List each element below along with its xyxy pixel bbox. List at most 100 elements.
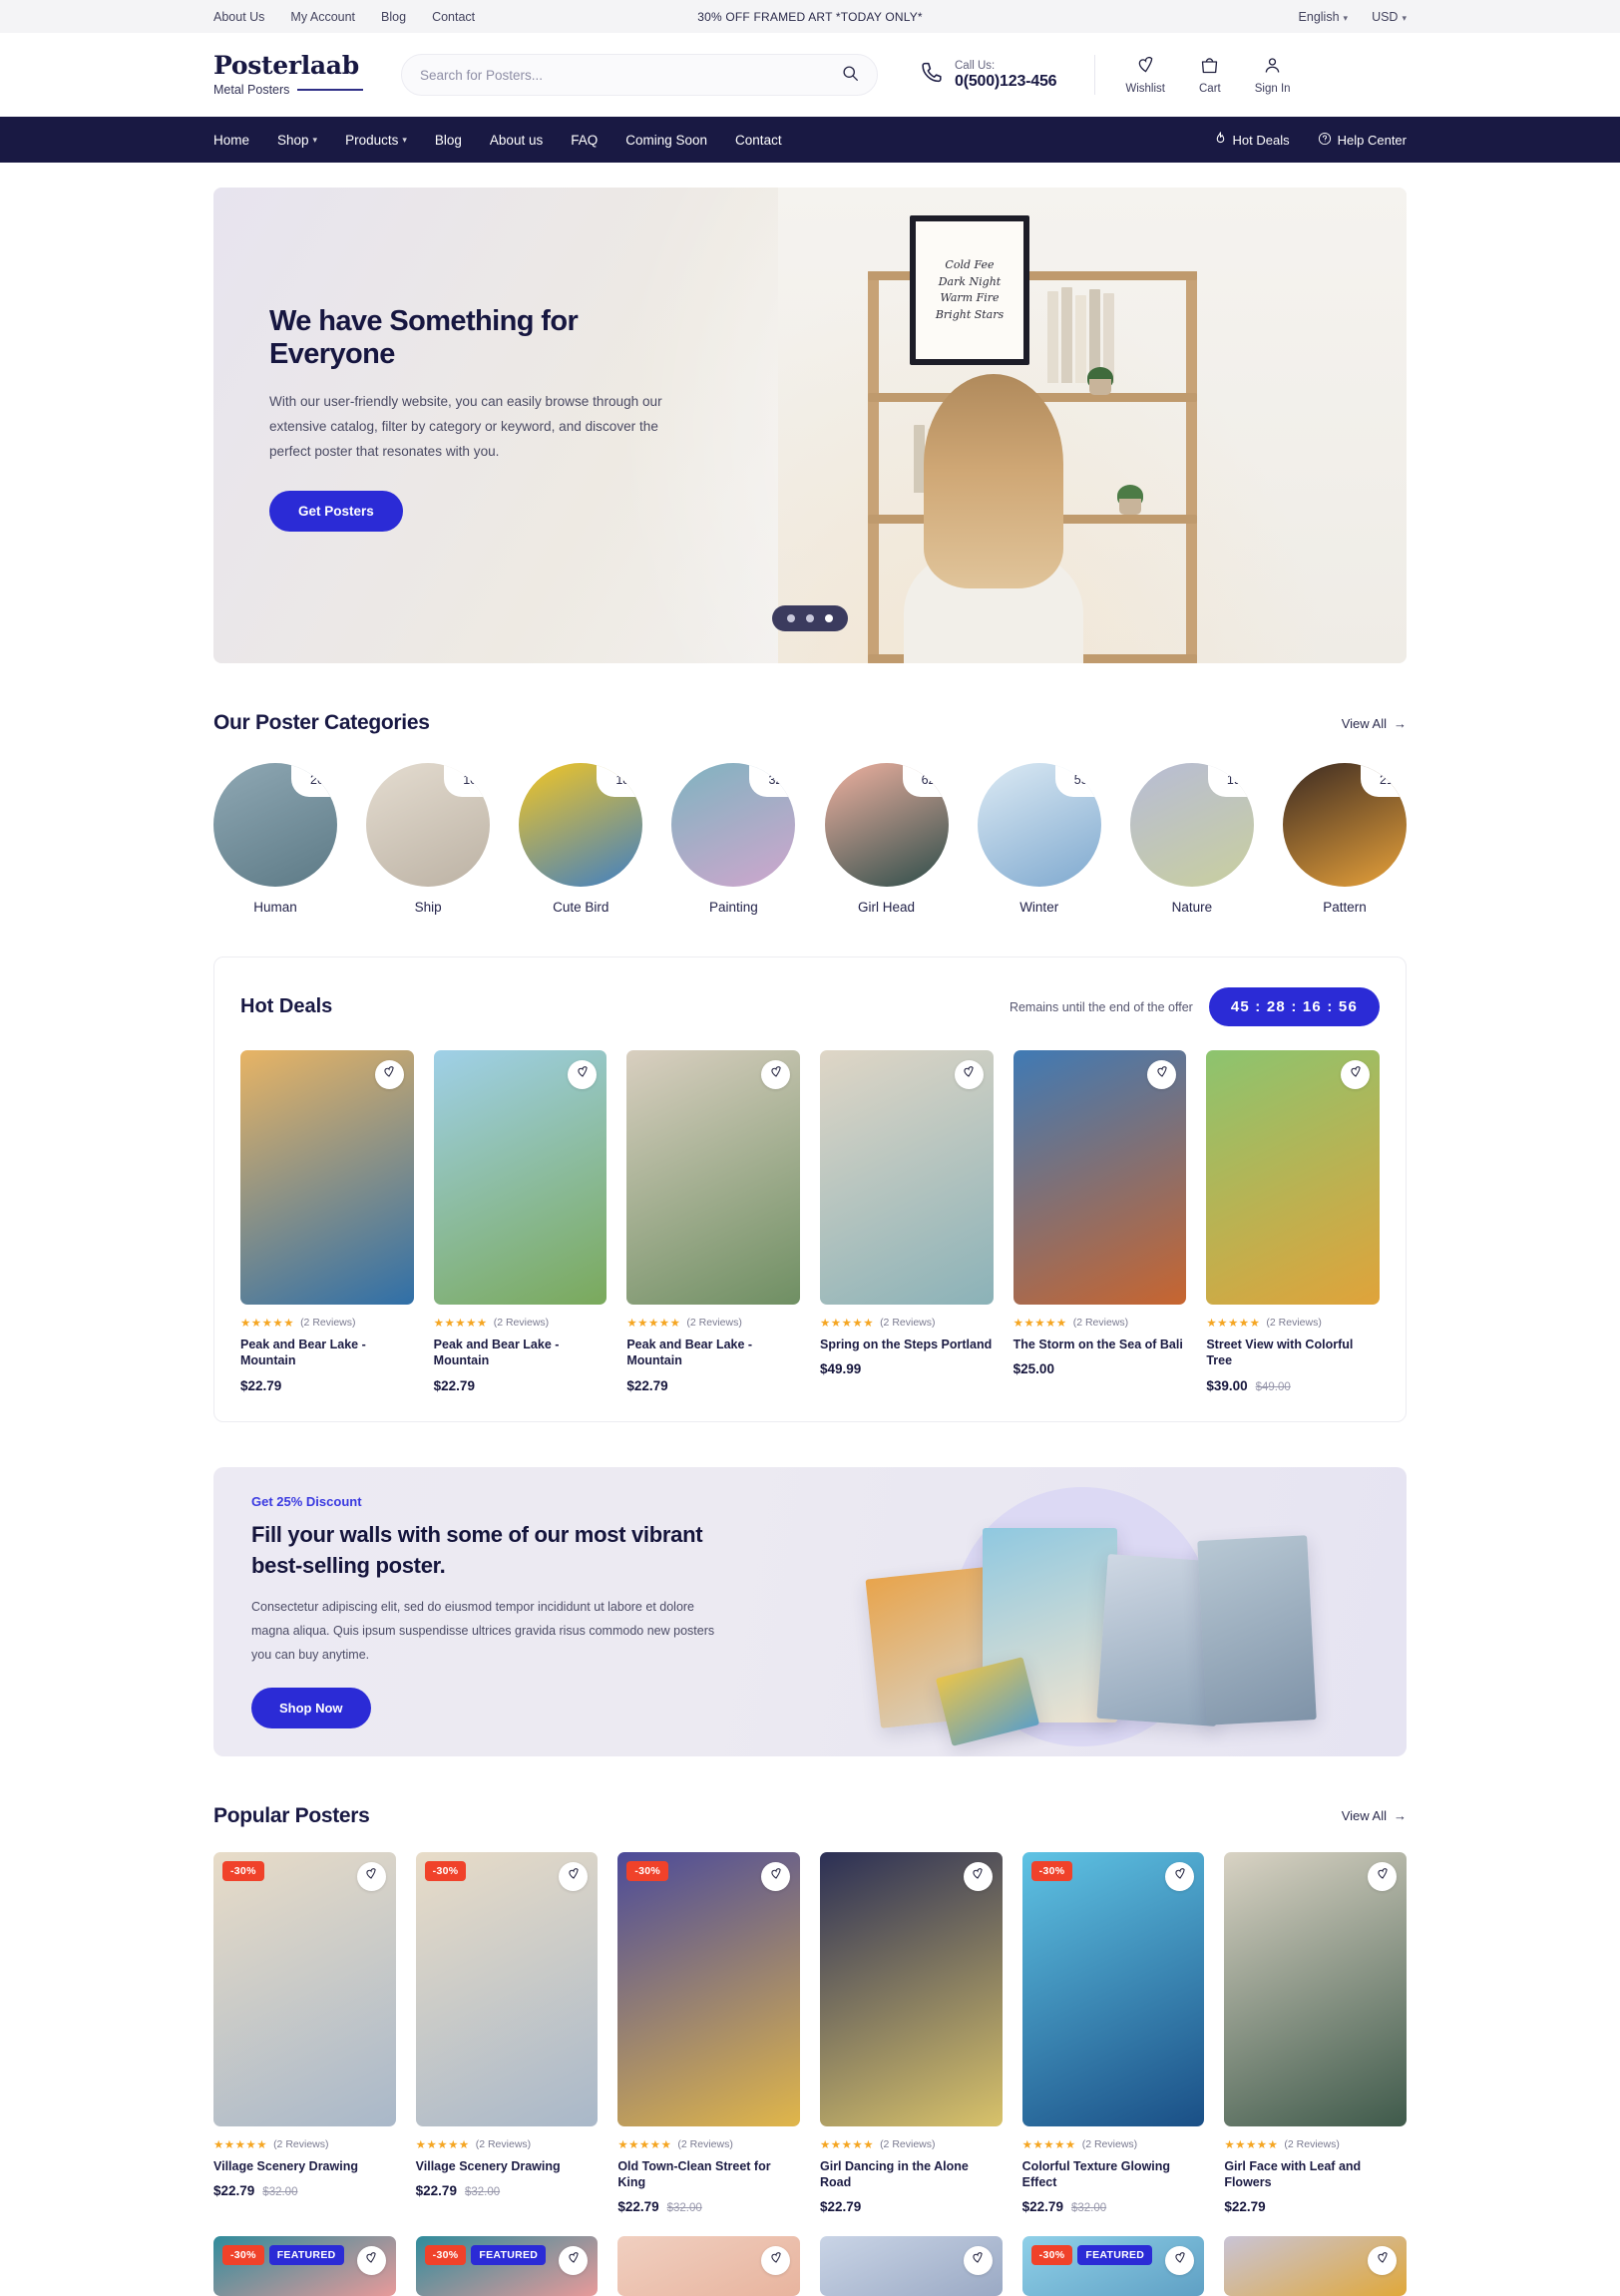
popular-view-all[interactable]: View All → <box>1342 1808 1407 1823</box>
heart-icon <box>567 2251 581 2270</box>
wishlist-heart-button[interactable] <box>1147 1060 1177 1089</box>
language-selector[interactable]: English ▾ <box>1299 10 1349 24</box>
wishlist-heart-button[interactable] <box>1341 1060 1370 1089</box>
product-thumbnail[interactable] <box>820 1050 994 1305</box>
category-item-painting[interactable]: 32 Painting <box>671 763 796 915</box>
product-card[interactable] <box>1224 2236 1407 2296</box>
nav-item-blog[interactable]: Blog <box>435 133 462 148</box>
product-thumbnail[interactable]: -30% <box>617 1851 800 2126</box>
product-thumbnail[interactable] <box>1224 1851 1407 2126</box>
product-thumbnail[interactable]: -30% FEATURED <box>213 2236 396 2296</box>
product-card[interactable]: -30% ★★★★★ (2 Reviews) Village Scenery Draw… <box>415 1851 599 2215</box>
product-thumbnail[interactable]: -30% <box>415 1851 599 2126</box>
wishlist-heart-button[interactable] <box>356 2246 386 2275</box>
top-link-blog[interactable]: Blog <box>381 10 406 24</box>
product-card[interactable]: ★★★★★ (2 Reviews) Peak and Bear Lake - Mou… <box>240 1050 414 1393</box>
nav-item-products[interactable]: Products ▾ <box>345 133 407 148</box>
product-thumbnail[interactable] <box>820 1851 1003 2126</box>
product-price: $49.99 <box>820 1361 994 1376</box>
sign-in-button[interactable]: Sign In <box>1255 55 1291 95</box>
wishlist-heart-button[interactable] <box>1368 2246 1397 2275</box>
carousel-dot[interactable] <box>787 614 795 622</box>
shop-now-button[interactable]: Shop Now <box>251 1687 371 1728</box>
product-card[interactable]: -30% FEATURED <box>1021 2236 1205 2296</box>
product-card[interactable]: ★★★★★ (2 Reviews) Spring on the Steps Port… <box>820 1050 994 1393</box>
product-thumbnail[interactable] <box>240 1050 414 1305</box>
product-card[interactable]: ★★★★★ (2 Reviews) Girl Dancing in the Alon… <box>820 1851 1003 2214</box>
wishlist-heart-button[interactable] <box>559 1861 589 1891</box>
product-price: $22.79 <box>434 1378 608 1393</box>
wishlist-heart-button[interactable] <box>568 1060 598 1089</box>
nav-label: FAQ <box>571 132 599 148</box>
product-card[interactable]: ★★★★★ (2 Reviews) The Storm on the Sea of … <box>1012 1050 1187 1393</box>
product-card[interactable]: -30% ★★★★★ (2 Reviews) Colorful Texture Glo… <box>1021 1851 1205 2214</box>
product-thumbnail[interactable]: -30% FEATURED <box>415 2236 599 2296</box>
wishlist-button[interactable]: Wishlist <box>1125 55 1165 95</box>
product-thumbnail[interactable] <box>433 1050 608 1305</box>
wishlist-heart-button[interactable] <box>954 1060 984 1089</box>
product-card[interactable]: ★★★★★ (2 Reviews) Street View with Colorfu… <box>1206 1050 1380 1393</box>
wishlist-heart-button[interactable] <box>1368 1861 1397 1891</box>
carousel-dot-active[interactable] <box>825 614 833 622</box>
category-item-ship[interactable]: 10 Ship <box>366 763 491 915</box>
top-link-my-account[interactable]: My Account <box>290 10 355 24</box>
product-card[interactable]: ★★★★★ (2 Reviews) Peak and Bear Lake - Mou… <box>626 1050 800 1393</box>
top-link-about-us[interactable]: About Us <box>213 10 264 24</box>
category-item-cute-bird[interactable]: 18 Cute Bird <box>519 763 643 915</box>
wishlist-heart-button[interactable] <box>1165 2246 1195 2275</box>
product-thumbnail[interactable] <box>1012 1050 1187 1305</box>
call-us-block[interactable]: Call Us: 0(500)123-456 <box>920 59 1057 92</box>
product-card[interactable]: -30% FEATURED <box>415 2236 599 2296</box>
product-thumbnail[interactable]: -30% <box>1021 1851 1205 2126</box>
nav-item-faq[interactable]: FAQ <box>571 133 598 148</box>
top-link-contact[interactable]: Contact <box>432 10 475 24</box>
wishlist-heart-button[interactable] <box>761 2246 790 2275</box>
locale-selectors: English ▾ USD ▾ <box>1299 10 1407 24</box>
nav-item-shop[interactable]: Shop ▾ <box>277 133 317 148</box>
nav-item-about-us[interactable]: About us <box>490 133 543 148</box>
product-thumbnail[interactable] <box>617 2236 800 2296</box>
nav-item-contact[interactable]: Contact <box>735 133 782 148</box>
get-posters-button[interactable]: Get Posters <box>269 491 403 533</box>
nav-item-coming-soon[interactable]: Coming Soon <box>625 133 707 148</box>
product-card[interactable] <box>820 2236 1003 2296</box>
product-card[interactable]: -30% ★★★★★ (2 Reviews) Old Town-Clean Stree… <box>617 1851 800 2214</box>
product-thumbnail[interactable]: -30% FEATURED <box>1021 2236 1205 2296</box>
product-card[interactable]: -30% ★★★★★ (2 Reviews) Village Scenery Draw… <box>213 1851 396 2215</box>
product-thumbnail[interactable]: -30% <box>213 1851 396 2126</box>
wishlist-heart-button[interactable] <box>1165 1861 1195 1891</box>
category-count: 18 <box>597 763 643 797</box>
cart-button[interactable]: Cart <box>1199 55 1221 95</box>
wishlist-heart-button[interactable] <box>761 1861 790 1891</box>
hero-carousel-dots[interactable] <box>772 605 848 631</box>
nav-help-center[interactable]: Help Center <box>1318 131 1407 149</box>
wishlist-heart-button[interactable] <box>356 1861 386 1891</box>
product-card[interactable]: ★★★★★ (2 Reviews) Girl Face with Leaf and … <box>1224 1851 1407 2214</box>
nav-item-home[interactable]: Home <box>213 133 249 148</box>
brand-logo[interactable]: Posterlaab Metal Posters <box>213 53 363 97</box>
search-bar[interactable] <box>401 54 878 96</box>
product-thumbnail[interactable] <box>820 2236 1003 2296</box>
currency-selector[interactable]: USD ▾ <box>1372 10 1407 24</box>
product-thumbnail[interactable] <box>1224 2236 1407 2296</box>
product-card[interactable]: ★★★★★ (2 Reviews) Peak and Bear Lake - Mou… <box>433 1050 608 1393</box>
product-card[interactable]: -30% FEATURED <box>213 2236 396 2296</box>
nav-hot-deals[interactable]: Hot Deals <box>1214 131 1290 149</box>
wishlist-heart-button[interactable] <box>761 1060 790 1089</box>
wishlist-heart-button[interactable] <box>559 2246 589 2275</box>
search-input[interactable] <box>420 67 842 83</box>
category-item-nature[interactable]: 19 Nature <box>1129 763 1254 915</box>
category-item-human[interactable]: 20 Human <box>213 763 337 915</box>
search-button[interactable] <box>842 65 859 85</box>
wishlist-heart-button[interactable] <box>963 1861 993 1891</box>
carousel-dot[interactable] <box>806 614 814 622</box>
product-card[interactable] <box>617 2236 800 2296</box>
product-thumbnail[interactable] <box>626 1050 800 1305</box>
category-item-pattern[interactable]: 21 Pattern <box>1282 763 1407 915</box>
category-item-winter[interactable]: 55 Winter <box>977 763 1101 915</box>
wishlist-heart-button[interactable] <box>374 1060 404 1089</box>
categories-view-all[interactable]: View All → <box>1342 716 1407 731</box>
category-item-girl-head[interactable]: 62 Girl Head <box>824 763 949 915</box>
wishlist-heart-button[interactable] <box>963 2246 993 2275</box>
product-thumbnail[interactable] <box>1206 1050 1380 1305</box>
